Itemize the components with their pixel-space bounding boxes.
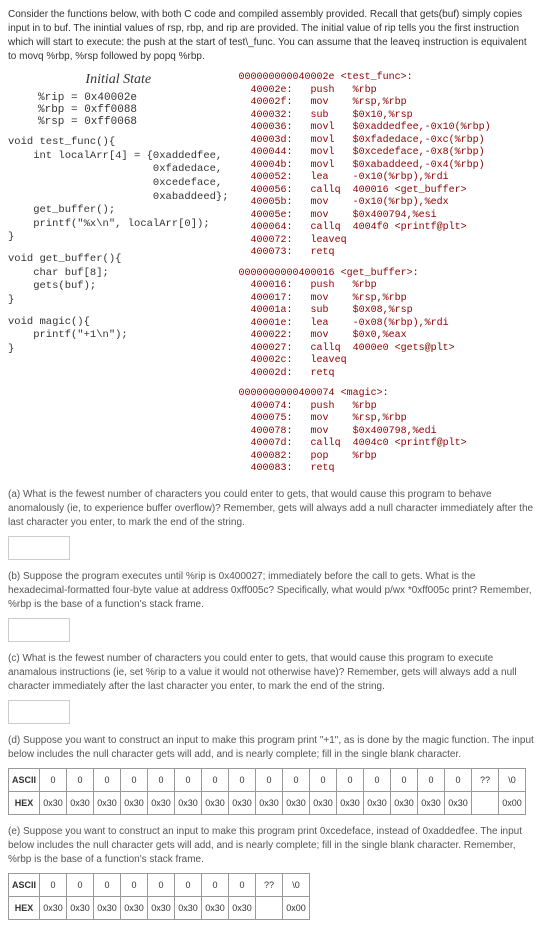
question-e: (e) Suppose you want to construct an inp… (8, 825, 536, 867)
blank-d-hex-input[interactable] (472, 791, 499, 814)
asm-get-buffer: 0000000000400016 <get_buffer>: 400016: p… (239, 268, 536, 381)
asm-test-func: 000000000040002e <test_func>: 40002e: pu… (239, 72, 536, 260)
ascii-label: ASCII (9, 873, 40, 896)
question-b: (b) Suppose the program executes until %… (8, 570, 536, 612)
answer-c-input[interactable] (8, 700, 70, 724)
answer-b-input[interactable] (8, 618, 70, 642)
c-get-buffer: void get_buffer(){ char buf[8]; gets(buf… (8, 253, 229, 308)
ascii-label: ASCII (9, 768, 40, 791)
table-d: ASCII 0000 0000 0000 0000 ?? \0 HEX 0x30… (8, 768, 526, 815)
table-row: HEX 0x300x300x300x30 0x300x300x300x30 0x… (9, 791, 526, 814)
blank-d-input[interactable]: ?? (472, 768, 499, 791)
intro-text: Consider the functions below, with both … (8, 8, 536, 64)
panel-title: Initial State (8, 72, 229, 88)
question-d: (d) Suppose you want to construct an inp… (8, 734, 536, 762)
reg-rsp: %rsp = 0xff0068 (8, 116, 229, 128)
table-row: ASCII 0000 0000 0000 0000 ?? \0 (9, 768, 526, 791)
hex-label: HEX (9, 791, 40, 814)
table-row: HEX 0x300x300x300x30 0x300x300x300x30 0x… (9, 896, 310, 919)
reg-rip: %rip = 0x40002e (8, 92, 229, 104)
table-e: ASCII 0000 0000 ?? \0 HEX 0x300x300x300x… (8, 873, 310, 920)
c-magic: void magic(){ printf("+1\n"); } (8, 316, 229, 357)
question-c: (c) What is the fewest number of charact… (8, 652, 536, 694)
answer-a-input[interactable] (8, 536, 70, 560)
reg-rbp: %rbp = 0xff0088 (8, 104, 229, 116)
code-panel: Initial State %rip = 0x40002e %rbp = 0xf… (8, 72, 536, 476)
hex-label: HEX (9, 896, 40, 919)
table-row: ASCII 0000 0000 ?? \0 (9, 873, 310, 896)
question-a: (a) What is the fewest number of charact… (8, 488, 536, 530)
blank-e-hex-input[interactable] (256, 896, 283, 919)
blank-e-input[interactable]: ?? (256, 873, 283, 896)
asm-magic: 0000000000400074 <magic>: 400074: push %… (239, 388, 536, 476)
c-test-func: void test_func(){ int localArr[4] = {0xa… (8, 136, 229, 245)
